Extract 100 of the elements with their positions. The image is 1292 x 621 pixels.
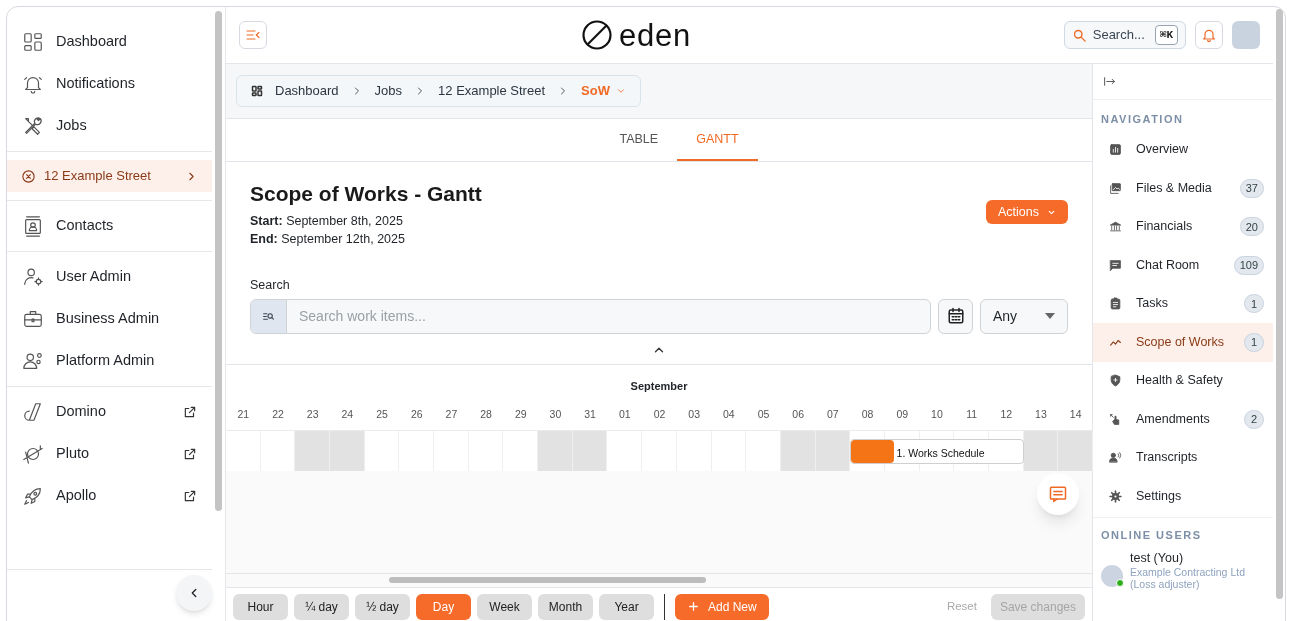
bar-chart-icon [1109,143,1122,157]
breadcrumb-link[interactable]: Jobs [374,81,403,101]
nav-item[interactable]: Files & Media 37 [1093,169,1273,208]
briefcase-icon [22,308,44,330]
logo-icon [581,19,613,51]
notifications-button[interactable] [1195,21,1223,49]
user-gear-icon [22,266,44,288]
day-label: 30 [548,406,563,422]
day-label: 24 [340,406,355,422]
zoom-level-button[interactable]: Week [477,593,532,620]
logo-text: eden [619,19,692,51]
sidebar-item[interactable]: Dashboard [7,21,212,63]
month-label: September [629,378,689,394]
zoom-level-button[interactable]: Year [599,593,654,620]
section-heading: NAVIGATION [1100,112,1185,127]
images-icon [1109,181,1122,195]
end-date: End: September 12th, 2025 [250,231,406,249]
breadcrumb-link[interactable]: 12 Example Street [438,81,546,101]
chevron-down-icon [615,86,626,96]
sidebar-item[interactable]: Contacts [7,205,212,247]
clipboard-icon [1109,297,1122,311]
sidebar-item[interactable]: User Admin [7,256,212,298]
external-link-icon [183,405,197,419]
section-heading: ONLINE USERS [1100,527,1203,543]
collapse-panel-icon [1103,75,1116,88]
count-badge: 2 [1244,409,1264,429]
day-label: 11 [965,406,979,422]
search-button[interactable]: Search... ⌘K [1063,21,1186,49]
plus-icon [687,600,700,613]
grid-icon [22,31,44,53]
day-label: 31 [583,406,597,422]
day-label: 28 [479,406,493,422]
nav-item[interactable]: Tasks 1 [1093,284,1273,323]
zoom-level-button[interactable]: Hour [233,593,288,620]
sidebar-item[interactable]: Platform Admin [7,340,212,382]
scrollbar-thumb[interactable] [1275,9,1283,599]
sidebar-item[interactable]: 12 Example Street [7,160,212,192]
zoom-level-button[interactable]: ¼ day [294,593,349,620]
day-label: 25 [375,406,389,422]
menu-toggle-button[interactable] [239,21,267,49]
day-label: 03 [687,406,701,422]
scrollbar-thumb[interactable] [215,11,222,511]
dashboard-icon [251,85,263,97]
day-label: 06 [791,406,806,422]
nav-item[interactable]: Health & Safety [1093,361,1273,400]
breadcrumb-link[interactable]: Dashboard [275,81,339,101]
sidebar-item[interactable]: Pluto [7,433,212,475]
count-badge: 37 [1239,178,1264,198]
chat-icon [1109,258,1122,272]
scrollbar-thumb[interactable] [389,577,706,583]
day-label: 09 [895,406,910,422]
collapse-button[interactable] [176,575,212,611]
tools-icon [22,115,44,137]
day-label: 13 [1034,406,1048,422]
rocket-icon [22,485,44,507]
day-label: 23 [305,406,320,422]
users-icon [22,350,44,372]
contact-card-icon [22,215,44,237]
planet-icon [22,443,44,465]
menu-collapse-icon [245,27,261,43]
filter-select[interactable]: Any [980,298,1068,334]
day-label: 02 [652,406,667,422]
task-label: 1. Works Schedule [896,445,985,461]
nav-item[interactable]: Overview [1093,130,1273,169]
shield-icon [1109,374,1122,388]
sidebar-item[interactable]: Business Admin [7,298,212,340]
sidebar-item[interactable]: Domino [7,391,212,433]
speaking-person-icon [1109,451,1122,465]
sidebar-item[interactable]: Apollo [7,475,212,517]
day-label: 04 [722,406,736,422]
nav-item[interactable]: Chat Room 109 [1093,246,1273,285]
nav-item[interactable]: Financials 20 [1093,207,1273,246]
sidebar-item[interactable]: Notifications [7,63,212,105]
day-label: 05 [756,406,771,422]
external-link-icon [183,489,197,503]
count-badge: 109 [1233,255,1264,275]
sidebar-item[interactable]: Jobs [7,105,212,147]
nav-item[interactable]: Amendments 2 [1093,400,1273,439]
zoom-level-button[interactable]: ½ day [355,593,410,620]
nav-item[interactable]: Settings [1093,477,1273,516]
view-tab[interactable]: TABLE [600,119,678,161]
count-badge: 20 [1239,217,1264,237]
page-title: Scope of Works - Gantt [250,181,482,207]
settings-icon [1109,489,1122,503]
user-role: (Loss adjuster) [1130,578,1201,590]
task-bar[interactable]: 1. Works Schedule [850,438,1024,464]
user-name: test (You) [1130,551,1185,566]
avatar[interactable] [1232,21,1260,49]
start-date: Start: September 8th, 2025 [250,212,404,230]
nav-item[interactable]: Scope of Works 1 [1093,323,1273,362]
nav-item[interactable]: Transcripts [1093,438,1273,477]
day-label: 07 [826,406,840,422]
search-label: Search [250,277,291,294]
day-label: 01 [617,406,632,422]
shortcut-key: ⌘K [1154,24,1178,46]
date-picker-button[interactable] [938,298,973,334]
zoom-level-button[interactable]: Month [538,593,593,620]
x-circle-icon [21,168,36,184]
bank-icon [1109,220,1122,234]
pointing-hand-icon [1109,412,1122,426]
